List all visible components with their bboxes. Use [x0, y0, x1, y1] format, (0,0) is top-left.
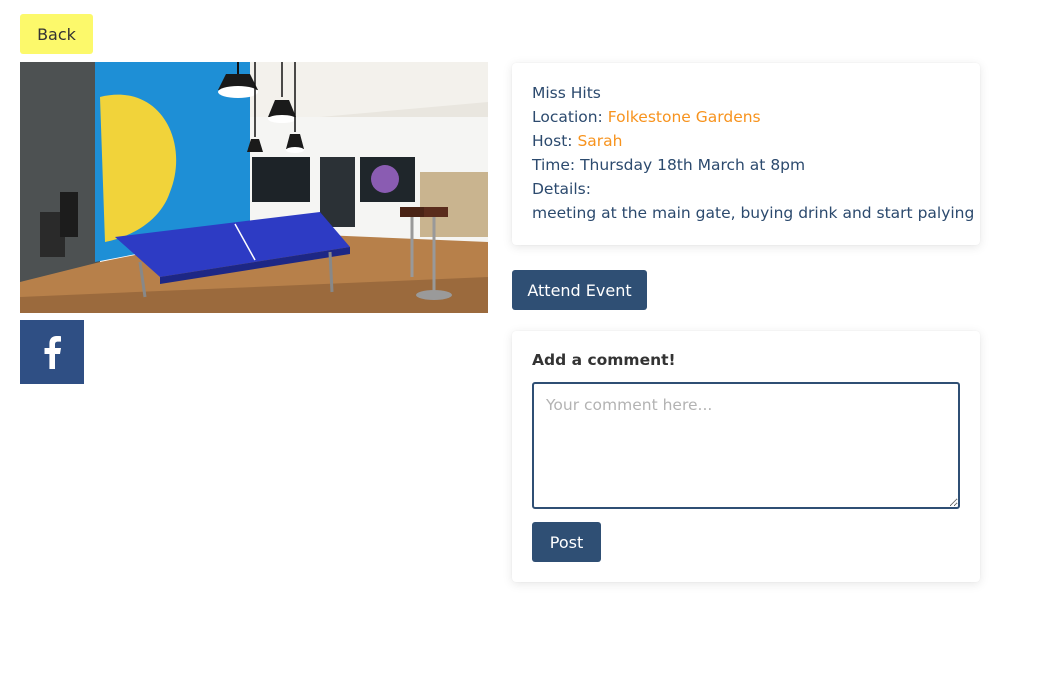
event-photo	[20, 62, 488, 313]
location-link[interactable]: Folkestone Gardens	[608, 108, 761, 126]
event-host: Host: Sarah	[532, 129, 974, 153]
back-button[interactable]: Back	[20, 14, 93, 54]
facebook-icon	[44, 336, 61, 369]
location-label: Location:	[532, 108, 608, 126]
comment-input[interactable]	[532, 382, 960, 509]
event-details-text: meeting at the main gate, buying drink a…	[532, 204, 975, 222]
event-time: Time: Thursday 18th March at 8pm	[532, 156, 806, 174]
comment-card: Add a comment! Post	[512, 331, 980, 582]
event-location: Location: Folkestone Gardens	[532, 105, 974, 129]
event-details-label: Details:	[532, 180, 591, 198]
post-button[interactable]: Post	[532, 522, 601, 562]
host-link[interactable]: Sarah	[577, 132, 622, 150]
facebook-share-button[interactable]	[20, 320, 84, 384]
event-title: Miss Hits	[532, 84, 601, 102]
event-details-card: Miss Hits Location: Folkestone Gardens H…	[512, 63, 980, 245]
host-label: Host:	[532, 132, 578, 150]
attend-event-button[interactable]: Attend Event	[512, 270, 647, 310]
comment-title: Add a comment!	[532, 351, 676, 369]
